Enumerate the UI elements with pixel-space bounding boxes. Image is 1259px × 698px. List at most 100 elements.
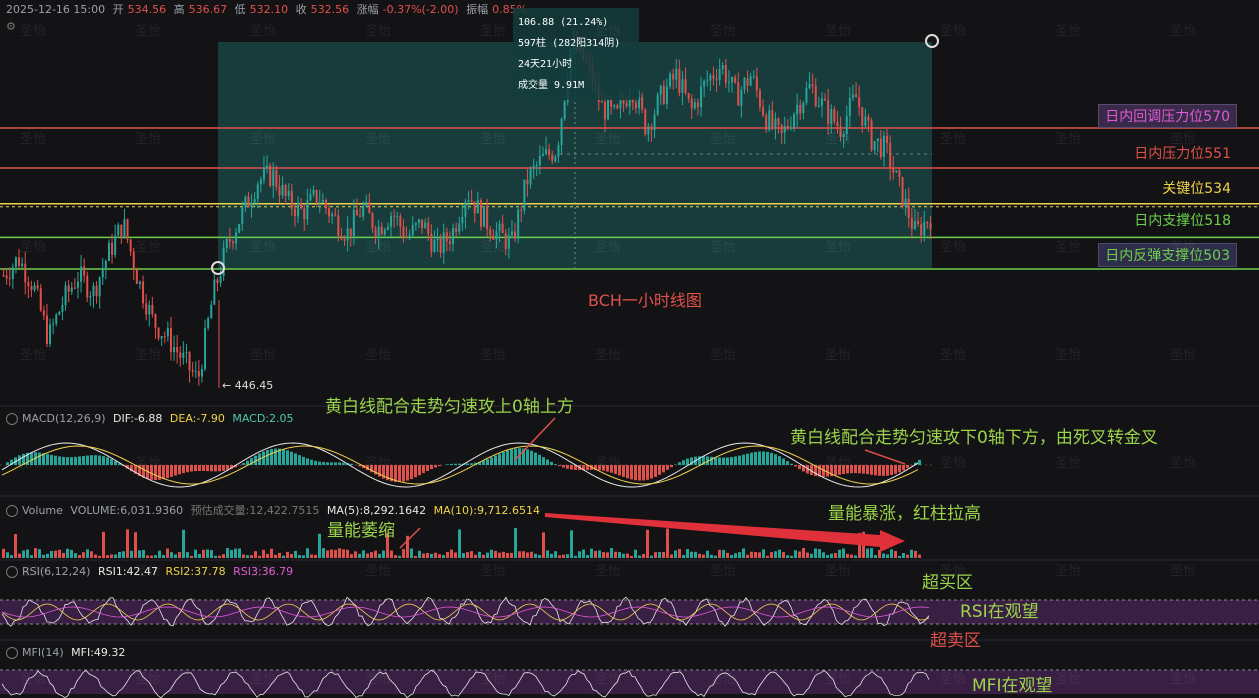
- volume-bar: [462, 553, 465, 558]
- volume-bar: [754, 552, 757, 558]
- volume-bar: [546, 550, 549, 558]
- candle-body: [532, 165, 535, 169]
- macd-histogram-bar: [878, 465, 881, 476]
- volume-bar: [294, 550, 297, 558]
- candle-body: [241, 207, 244, 225]
- candle-body: [483, 206, 486, 227]
- volume-bar: [866, 548, 869, 558]
- macd-histogram-bar: [454, 463, 457, 465]
- macd-histogram-bar: [406, 465, 409, 481]
- candle-body: [529, 168, 532, 185]
- volume-bar: [810, 553, 813, 558]
- candle-body: [98, 277, 101, 297]
- candle-body: [346, 228, 349, 241]
- volume-bar: [746, 554, 749, 558]
- macd-histogram-bar: [438, 465, 441, 467]
- volume-bar: [742, 548, 745, 558]
- macd-histogram-bar: [526, 449, 529, 465]
- macd-histogram-bar: [826, 465, 829, 477]
- macd-histogram-bar: [558, 465, 561, 467]
- volume-bar: [842, 548, 845, 558]
- macd-histogram-bar: [426, 465, 429, 472]
- volume-bar: [418, 550, 421, 558]
- macd-histogram-bar: [166, 465, 169, 479]
- candle-body: [433, 240, 436, 252]
- macd-histogram-bar: [898, 465, 901, 473]
- volume-bar: [334, 549, 337, 558]
- macd-histogram-bar: [90, 455, 93, 465]
- volume-bar: [98, 555, 101, 558]
- candle-body: [501, 223, 504, 234]
- eye-icon[interactable]: [6, 647, 18, 659]
- candle-body: [73, 287, 76, 289]
- eye-icon[interactable]: [6, 505, 18, 517]
- volume-bar: [594, 550, 597, 558]
- candle-body: [176, 346, 179, 353]
- macd-histogram-bar: [422, 465, 425, 474]
- candle-body: [300, 202, 303, 209]
- volume-est: 预估成交量:12,422.7515: [190, 504, 320, 517]
- candle-body: [740, 89, 743, 106]
- candle-body: [374, 228, 377, 238]
- candle-body: [337, 215, 340, 236]
- mfi-name: MFI(14): [22, 646, 64, 659]
- volume-bar: [446, 551, 449, 558]
- macd-histogram-bar: [758, 451, 761, 465]
- volume-bar: [310, 554, 313, 558]
- volume-bar: [214, 555, 217, 558]
- volume-bar: [378, 553, 381, 558]
- candle-body: [833, 109, 836, 122]
- macd-histogram-bar: [490, 457, 493, 465]
- candle-body: [545, 149, 548, 155]
- candle-body: [653, 114, 656, 130]
- level-label-518: 日内支撑位518: [1134, 213, 1231, 229]
- candle-body: [650, 126, 653, 130]
- macd-histogram-bar: [434, 465, 437, 468]
- volume-bar: [718, 549, 721, 558]
- macd-histogram-bar: [186, 465, 189, 473]
- volume-bar: [330, 549, 333, 558]
- candle-body: [901, 177, 904, 207]
- amp-label: 振幅: [466, 3, 489, 16]
- volume-bar: [490, 549, 493, 558]
- candle-body: [390, 215, 393, 227]
- volume-bar: [158, 550, 161, 558]
- settings-gear-icon[interactable]: ⚙: [6, 20, 16, 33]
- candle-body: [709, 75, 712, 81]
- volume-bar: [262, 549, 265, 558]
- macd-histogram-bar: [194, 465, 197, 472]
- candle-body: [275, 169, 278, 187]
- volume-bar: [250, 555, 253, 558]
- macd-histogram-bar: [786, 461, 789, 465]
- candle-body: [272, 169, 275, 186]
- candle-body: [89, 296, 92, 298]
- candle-body: [771, 110, 774, 128]
- eye-icon[interactable]: [6, 413, 18, 425]
- volume-bar: [154, 555, 157, 558]
- candle-body: [820, 98, 823, 106]
- macd-histogram-bar: [838, 465, 841, 475]
- open-value: 534.56: [127, 3, 167, 16]
- volume-bar: [570, 530, 573, 558]
- volume-bar: [838, 549, 841, 558]
- candle-body: [173, 346, 176, 353]
- candle-body: [681, 79, 684, 93]
- volume-bar: [850, 554, 853, 558]
- candle-body: [151, 304, 154, 315]
- volume-bar: [54, 550, 57, 558]
- eye-icon[interactable]: [6, 566, 18, 578]
- candle-body: [213, 279, 216, 305]
- candle-body: [864, 116, 867, 126]
- volume-bar: [830, 553, 833, 558]
- candle-body: [235, 232, 238, 244]
- volume-bar: [198, 554, 201, 558]
- macd-histogram-bar: [46, 454, 49, 465]
- candle-body: [303, 208, 306, 220]
- candle-body: [830, 109, 833, 124]
- macd-histogram-bar: [282, 449, 285, 465]
- volume-bar: [886, 554, 889, 558]
- tooltip-change: 106.88 (21.24%): [518, 17, 609, 28]
- volume-bar: [502, 551, 505, 558]
- candle-body: [39, 288, 42, 311]
- candle-body: [796, 104, 799, 115]
